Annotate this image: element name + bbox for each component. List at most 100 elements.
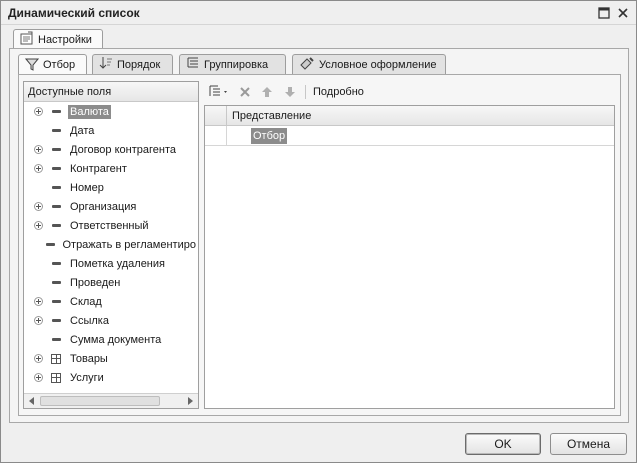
- field-label: Сумма документа: [70, 333, 162, 346]
- move-down-icon[interactable]: [283, 84, 297, 100]
- field-glyph: [51, 167, 61, 170]
- field-icon: [49, 186, 63, 189]
- list-item[interactable]: Склад: [24, 292, 198, 311]
- maximize-icon[interactable]: [596, 5, 612, 21]
- scroll-left-icon[interactable]: [24, 394, 39, 408]
- field-glyph: [51, 110, 61, 113]
- list-item[interactable]: Контрагент: [24, 159, 198, 178]
- grouping-icon: [186, 56, 200, 73]
- tab-grouping[interactable]: Группировка: [179, 54, 286, 74]
- tab-settings[interactable]: Настройки: [13, 29, 103, 49]
- plus-icon[interactable]: [33, 354, 43, 363]
- delete-icon[interactable]: [238, 84, 252, 100]
- table-glyph: [51, 372, 61, 383]
- plus-icon[interactable]: [33, 373, 43, 382]
- field-glyph: [51, 186, 61, 189]
- expand-icon[interactable]: [31, 202, 45, 211]
- column-representation[interactable]: Представление: [232, 110, 311, 122]
- available-fields-tree[interactable]: Доступные поля Валюта Дата Договор контраг…: [23, 81, 199, 409]
- plus-icon[interactable]: [33, 221, 43, 230]
- tab-order[interactable]: Порядок: [92, 54, 173, 74]
- list-item[interactable]: Договор контрагента: [24, 140, 198, 159]
- field-glyph: [51, 262, 61, 265]
- field-label: Пометка удаления: [70, 257, 165, 270]
- plus-icon[interactable]: [33, 316, 43, 325]
- tab-filter[interactable]: Отбор: [18, 54, 87, 75]
- field-icon: [49, 167, 63, 170]
- ok-button[interactable]: OK: [465, 433, 541, 455]
- list-item[interactable]: Отражать в регламентиро: [24, 235, 198, 254]
- row-marker: [205, 126, 227, 145]
- field-glyph: [51, 338, 61, 341]
- add-filter-icon[interactable]: [208, 84, 228, 100]
- field-label: Склад: [70, 295, 102, 308]
- field-label: Договор контрагента: [70, 143, 176, 156]
- plus-icon[interactable]: [33, 145, 43, 154]
- details-button[interactable]: Подробно: [313, 84, 364, 100]
- table-row[interactable]: Отбор: [205, 126, 614, 146]
- field-label: Организация: [70, 200, 137, 213]
- field-label: Услуги: [70, 371, 104, 384]
- filter-root-cell[interactable]: Отбор: [251, 128, 288, 144]
- list-item[interactable]: Сумма документа: [24, 330, 198, 349]
- cancel-button[interactable]: Отмена: [550, 433, 627, 455]
- list-item[interactable]: Услуги: [24, 368, 198, 387]
- scroll-thumb[interactable]: [40, 396, 160, 406]
- plus-icon[interactable]: [33, 202, 43, 211]
- available-fields-header: Доступные поля: [24, 82, 198, 102]
- expand-icon[interactable]: [31, 221, 45, 230]
- plus-icon[interactable]: [33, 164, 43, 173]
- tab-filter-label: Отбор: [43, 59, 76, 71]
- list-item[interactable]: Ответственный: [24, 216, 198, 235]
- tree-rows: Валюта Дата Договор контрагента Контрагент Н…: [24, 102, 198, 387]
- title-bar: Динамический список: [1, 1, 636, 25]
- sort-icon: [99, 56, 113, 73]
- window-title: Динамический список: [8, 6, 140, 20]
- tab-order-label: Порядок: [117, 58, 161, 71]
- list-item[interactable]: Организация: [24, 197, 198, 216]
- field-icon: [49, 300, 63, 303]
- list-item[interactable]: Ссылка: [24, 311, 198, 330]
- field-label: Товары: [70, 352, 108, 365]
- scroll-right-icon[interactable]: [182, 394, 197, 408]
- field-glyph: [51, 224, 61, 227]
- field-icon: [49, 319, 63, 322]
- expand-icon[interactable]: [31, 297, 45, 306]
- list-item[interactable]: Номер: [24, 178, 198, 197]
- close-icon[interactable]: [615, 5, 631, 21]
- field-icon: [49, 148, 63, 151]
- table-icon: [49, 372, 63, 383]
- expand-icon[interactable]: [31, 164, 45, 173]
- field-glyph: [51, 281, 61, 284]
- field-icon: [49, 281, 63, 284]
- paint-icon: [299, 56, 315, 73]
- list-item[interactable]: Проведен: [24, 273, 198, 292]
- horizontal-scrollbar[interactable]: [24, 393, 198, 408]
- expand-icon[interactable]: [31, 107, 45, 116]
- filter-icon: [24, 57, 40, 74]
- table-glyph: [51, 353, 61, 364]
- tab-conditional-formatting[interactable]: Условное оформление: [292, 54, 446, 74]
- field-glyph: [51, 205, 61, 208]
- list-item[interactable]: Пометка удаления: [24, 254, 198, 273]
- field-label: Проведен: [70, 276, 121, 289]
- list-item[interactable]: Товары: [24, 349, 198, 368]
- list-item[interactable]: Валюта: [24, 102, 198, 121]
- field-icon: [49, 224, 63, 227]
- filter-grid[interactable]: Представление Отбор: [204, 105, 615, 409]
- field-glyph: [51, 129, 61, 132]
- field-icon: [49, 129, 63, 132]
- expand-icon[interactable]: [31, 354, 45, 363]
- move-up-icon[interactable]: [260, 84, 274, 100]
- expand-icon[interactable]: [31, 145, 45, 154]
- dialog-window: Динамический список Настройки Отбор Поря…: [0, 0, 637, 463]
- expand-icon[interactable]: [31, 316, 45, 325]
- tab-grouping-label: Группировка: [204, 58, 269, 71]
- list-item[interactable]: Дата: [24, 121, 198, 140]
- expand-icon[interactable]: [31, 373, 45, 382]
- field-label: Отражать в регламентиро: [62, 238, 196, 251]
- field-icon: [49, 110, 63, 113]
- plus-icon[interactable]: [33, 297, 43, 306]
- plus-icon[interactable]: [33, 107, 43, 116]
- field-icon: [49, 205, 63, 208]
